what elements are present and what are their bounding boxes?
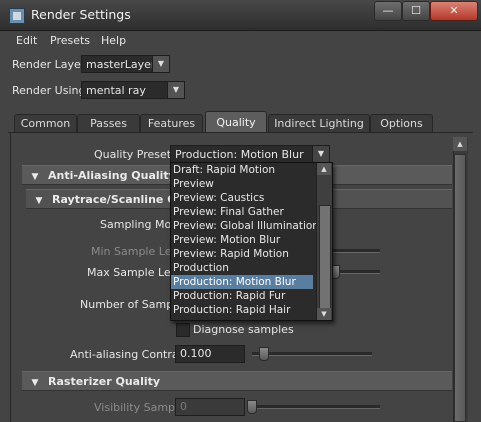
panel-scroll-thumb[interactable]: [454, 154, 466, 422]
chevron-down-icon: ▼: [312, 146, 329, 162]
tab-quality[interactable]: Quality: [205, 111, 267, 134]
popup-scroll-up-icon[interactable]: ▲: [317, 163, 331, 175]
diagnose-samples-label: Diagnose samples: [193, 323, 294, 336]
maximize-button[interactable]: ☐: [402, 1, 430, 21]
quality-presets-popup[interactable]: Draft: Rapid Motion Preview Preview: Caust…: [170, 162, 333, 321]
quality-preset-option[interactable]: Preview: Caustics: [171, 191, 313, 205]
tab-common[interactable]: Common: [14, 114, 77, 133]
min-sample-slider-track[interactable]: [332, 249, 380, 253]
app-icon: [9, 8, 25, 24]
raytrace-title: Raytrace/Scanline Q: [52, 193, 177, 206]
chevron-down-icon: ▼: [152, 56, 169, 72]
quality-preset-option[interactable]: Preview: Rapid Motion: [171, 247, 313, 261]
window-title: Render Settings: [31, 7, 131, 22]
popup-scroll-down-icon[interactable]: ▼: [317, 308, 331, 320]
quality-preset-option[interactable]: Draft: Rapid Motion: [171, 163, 313, 177]
quality-preset-option[interactable]: Production: Rapid Fur: [171, 289, 313, 303]
tab-features[interactable]: Features: [140, 114, 203, 133]
quality-preset-option[interactable]: Preview: Final Gather: [171, 205, 313, 219]
visibility-samples-slider-track[interactable]: [252, 405, 380, 409]
popup-scrollbar[interactable]: ▲ ▼: [316, 163, 332, 320]
render-using-label: Render Using: [12, 84, 86, 97]
render-using-value: mental ray: [86, 84, 146, 97]
rasterizer-section-header[interactable]: ▼ Rasterizer Quality: [22, 371, 452, 391]
quality-preset-option[interactable]: Production: Rapid Hair: [171, 303, 313, 317]
collapse-triangle-icon: ▼: [35, 196, 43, 206]
scroll-up-arrow-icon[interactable]: ▲: [453, 137, 467, 151]
anti-aliasing-contrast-slider-thumb[interactable]: [259, 347, 269, 361]
collapse-triangle-icon: ▼: [31, 172, 39, 182]
visibility-samples-slider-thumb[interactable]: [247, 400, 257, 414]
quality-presets-options: Draft: Rapid Motion Preview Preview: Caust…: [171, 163, 332, 317]
quality-presets-label: Quality Presets: [94, 148, 177, 161]
anti-aliasing-contrast-field[interactable]: 0.100: [175, 345, 245, 363]
quality-preset-option[interactable]: Preview: Global Illumination: [171, 219, 319, 233]
rasterizer-title: Rasterizer Quality: [48, 375, 161, 388]
minimize-button[interactable]: —: [374, 1, 402, 21]
anti-aliasing-title: Anti-Aliasing Quality: [48, 169, 176, 182]
visibility-samples-field[interactable]: 0: [175, 398, 245, 416]
popup-scroll-thumb[interactable]: [319, 205, 331, 309]
render-layer-dropdown[interactable]: masterLayer ▼: [81, 55, 170, 73]
collapse-triangle-icon: ▼: [31, 378, 39, 388]
chevron-down-icon: ▼: [167, 82, 184, 98]
quality-preset-option[interactable]: Production: [171, 261, 313, 275]
anti-aliasing-contrast-label: Anti-aliasing Contrast: [70, 348, 189, 361]
menu-edit[interactable]: Edit: [16, 34, 37, 47]
render-using-dropdown[interactable]: mental ray ▼: [81, 81, 185, 99]
diagnose-samples-checkbox[interactable]: [176, 323, 190, 337]
close-button[interactable]: ✕: [430, 1, 478, 21]
render-layer-label: Render Layer: [12, 58, 86, 71]
quality-presets-dropdown[interactable]: Production: Motion Blur ▼: [170, 145, 330, 163]
anti-aliasing-contrast-slider-track[interactable]: [252, 352, 372, 356]
quality-preset-option[interactable]: Preview: [171, 177, 313, 191]
render-layer-value: masterLayer: [86, 58, 156, 71]
tab-options[interactable]: Options: [370, 114, 433, 133]
quality-preset-option[interactable]: Preview: Motion Blur: [171, 233, 313, 247]
tab-indirect-lighting[interactable]: Indirect Lighting: [268, 114, 370, 133]
quality-preset-option[interactable]: Production: Motion Blur: [171, 275, 313, 289]
quality-presets-value: Production: Motion Blur: [175, 148, 304, 161]
menu-presets[interactable]: Presets: [50, 34, 90, 47]
tab-passes[interactable]: Passes: [77, 114, 140, 133]
menu-help[interactable]: Help: [101, 34, 126, 47]
